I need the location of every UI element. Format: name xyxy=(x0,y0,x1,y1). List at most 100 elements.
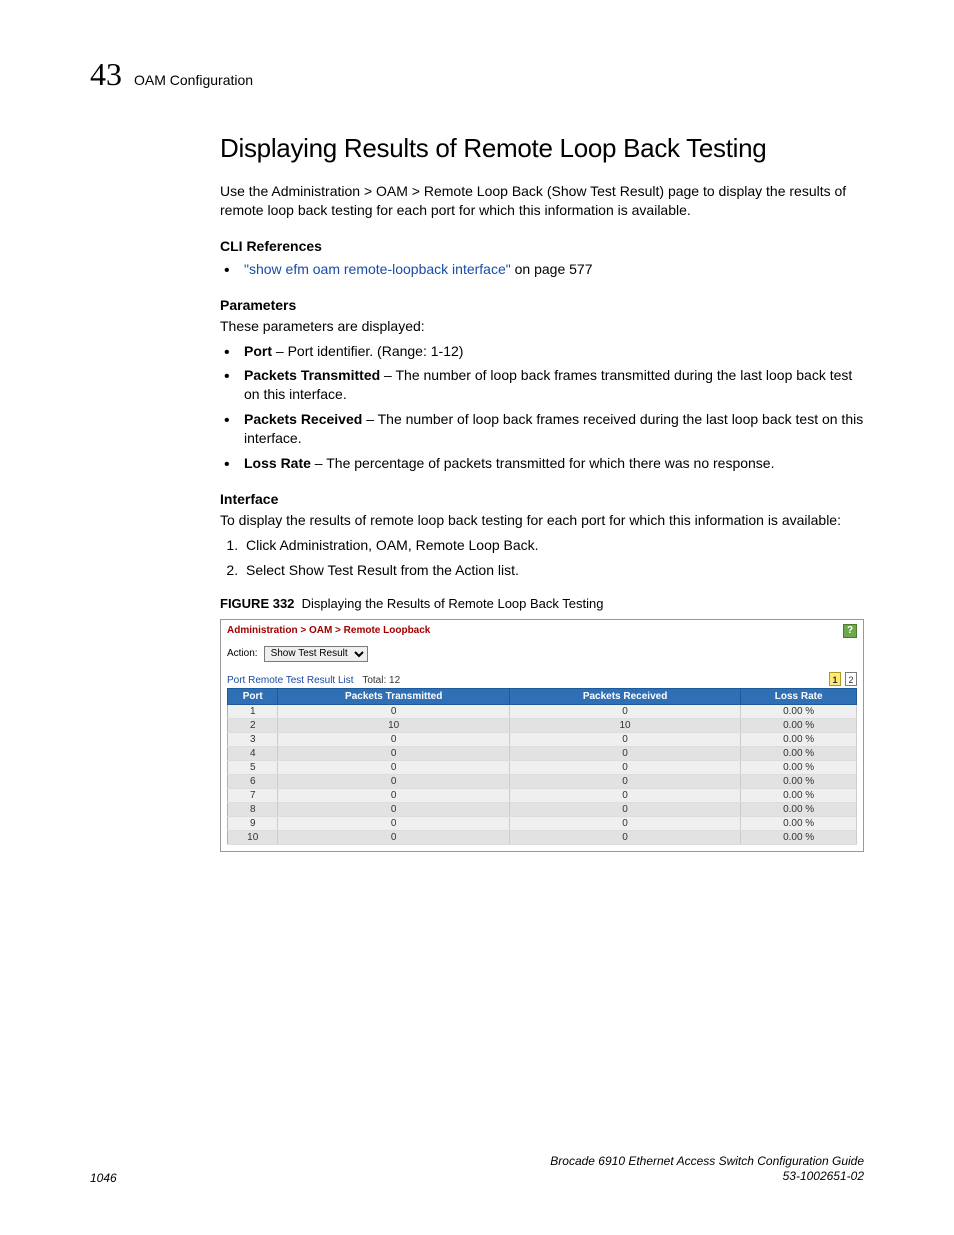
cell-loss: 0.00 % xyxy=(741,760,857,774)
param-label: Packets Transmitted xyxy=(244,367,380,383)
action-row: Action: Show Test Result xyxy=(227,646,857,662)
figure-332: Administration > OAM > Remote Loopback ?… xyxy=(220,619,864,852)
table-row: 9000.00 % xyxy=(228,816,857,830)
table-row: 4000.00 % xyxy=(228,746,857,760)
pager-page-2[interactable]: 2 xyxy=(845,672,857,686)
cell-port: 8 xyxy=(228,802,278,816)
cell-port: 1 xyxy=(228,704,278,718)
list-title: Port Remote Test Result List xyxy=(227,675,354,686)
footer-doc-info: Brocade 6910 Ethernet Access Switch Conf… xyxy=(550,1154,864,1185)
figure-top-bar: Administration > OAM > Remote Loopback ? xyxy=(221,620,863,640)
cell-port: 2 xyxy=(228,718,278,732)
cell-rx: 0 xyxy=(509,816,740,830)
table-row: 1000.00 % xyxy=(228,704,857,718)
param-label: Packets Received xyxy=(244,411,362,427)
cell-port: 10 xyxy=(228,830,278,844)
cell-loss: 0.00 % xyxy=(741,718,857,732)
cell-tx: 0 xyxy=(278,760,509,774)
param-label: Loss Rate xyxy=(244,455,311,471)
col-header-port: Port xyxy=(228,688,278,704)
list-total: Total: 12 xyxy=(362,675,400,686)
table-row: 6000.00 % xyxy=(228,774,857,788)
table-row: 8000.00 % xyxy=(228,802,857,816)
cell-port: 5 xyxy=(228,760,278,774)
interface-heading: Interface xyxy=(220,491,864,507)
figure-caption: FIGURE 332 Displaying the Results of Rem… xyxy=(220,596,864,611)
intro-paragraph: Use the Administration > OAM > Remote Lo… xyxy=(220,182,864,220)
help-icon[interactable]: ? xyxy=(843,624,857,638)
cell-loss: 0.00 % xyxy=(741,746,857,760)
cell-loss: 0.00 % xyxy=(741,774,857,788)
cell-rx: 0 xyxy=(509,704,740,718)
cell-tx: 0 xyxy=(278,704,509,718)
table-row: 210100.00 % xyxy=(228,718,857,732)
param-desc: – The percentage of packets transmitted … xyxy=(311,455,775,471)
param-loss-rate: Loss Rate – The percentage of packets tr… xyxy=(240,454,864,473)
interface-intro: To display the results of remote loop ba… xyxy=(220,511,864,530)
breadcrumb: Administration > OAM > Remote Loopback xyxy=(227,625,430,636)
cell-port: 3 xyxy=(228,732,278,746)
param-packets-received: Packets Received – The number of loop ba… xyxy=(240,410,864,448)
col-header-tx: Packets Transmitted xyxy=(278,688,509,704)
cell-rx: 0 xyxy=(509,774,740,788)
cell-rx: 0 xyxy=(509,802,740,816)
cell-tx: 0 xyxy=(278,830,509,844)
cell-loss: 0.00 % xyxy=(741,788,857,802)
cell-tx: 0 xyxy=(278,802,509,816)
page-header: 43 OAM Configuration xyxy=(90,56,864,93)
result-table: Port Packets Transmitted Packets Receive… xyxy=(227,688,857,845)
col-header-loss: Loss Rate xyxy=(741,688,857,704)
table-row: 7000.00 % xyxy=(228,788,857,802)
list-header: Port Remote Test Result List Total: 12 1… xyxy=(227,672,857,686)
step-2: Select Show Test Result from the Action … xyxy=(242,561,864,580)
col-header-rx: Packets Received xyxy=(509,688,740,704)
footer-page-number: 1046 xyxy=(90,1171,117,1185)
page-footer: 1046 Brocade 6910 Ethernet Access Switch… xyxy=(90,1154,864,1185)
cell-rx: 0 xyxy=(509,830,740,844)
cell-tx: 0 xyxy=(278,774,509,788)
pager-page-1[interactable]: 1 xyxy=(829,672,841,686)
cell-port: 7 xyxy=(228,788,278,802)
cell-tx: 0 xyxy=(278,732,509,746)
footer-doc-title: Brocade 6910 Ethernet Access Switch Conf… xyxy=(550,1154,864,1170)
cell-tx: 10 xyxy=(278,718,509,732)
cell-loss: 0.00 % xyxy=(741,732,857,746)
cell-port: 6 xyxy=(228,774,278,788)
parameters-intro: These parameters are displayed: xyxy=(220,317,864,336)
table-row: 5000.00 % xyxy=(228,760,857,774)
cell-tx: 0 xyxy=(278,788,509,802)
cell-loss: 0.00 % xyxy=(741,704,857,718)
cell-rx: 0 xyxy=(509,788,740,802)
param-label: Port xyxy=(244,343,272,359)
chapter-number: 43 xyxy=(90,56,122,93)
table-row: 10000.00 % xyxy=(228,830,857,844)
param-packets-transmitted: Packets Transmitted – The number of loop… xyxy=(240,366,864,404)
figure-tag: FIGURE 332 xyxy=(220,596,294,611)
cell-rx: 0 xyxy=(509,746,740,760)
cell-loss: 0.00 % xyxy=(741,802,857,816)
page-title: Displaying Results of Remote Loop Back T… xyxy=(220,133,864,164)
cli-reference-item: "show efm oam remote-loopback interface"… xyxy=(240,260,864,279)
cli-reference-link[interactable]: "show efm oam remote-loopback interface" xyxy=(244,261,511,277)
step-1: Click Administration, OAM, Remote Loop B… xyxy=(242,536,864,555)
param-desc: – Port identifier. (Range: 1-12) xyxy=(272,343,463,359)
parameters-heading: Parameters xyxy=(220,297,864,313)
param-port: Port – Port identifier. (Range: 1-12) xyxy=(240,342,864,361)
cell-port: 9 xyxy=(228,816,278,830)
cell-tx: 0 xyxy=(278,816,509,830)
action-label: Action: xyxy=(227,648,258,659)
pager: 1 2 xyxy=(829,672,857,686)
cell-loss: 0.00 % xyxy=(741,816,857,830)
parameters-list: Port – Port identifier. (Range: 1-12) Pa… xyxy=(220,342,864,473)
cell-port: 4 xyxy=(228,746,278,760)
section-name: OAM Configuration xyxy=(134,72,253,88)
action-select[interactable]: Show Test Result xyxy=(264,646,368,662)
cell-tx: 0 xyxy=(278,746,509,760)
footer-doc-number: 53-1002651-02 xyxy=(550,1169,864,1185)
cell-rx: 0 xyxy=(509,732,740,746)
body-area: Displaying Results of Remote Loop Back T… xyxy=(220,133,864,852)
figure-caption-text: Displaying the Results of Remote Loop Ba… xyxy=(302,596,604,611)
cli-reference-suffix: on page 577 xyxy=(511,261,593,277)
interface-steps: Click Administration, OAM, Remote Loop B… xyxy=(220,536,864,580)
cell-rx: 0 xyxy=(509,760,740,774)
